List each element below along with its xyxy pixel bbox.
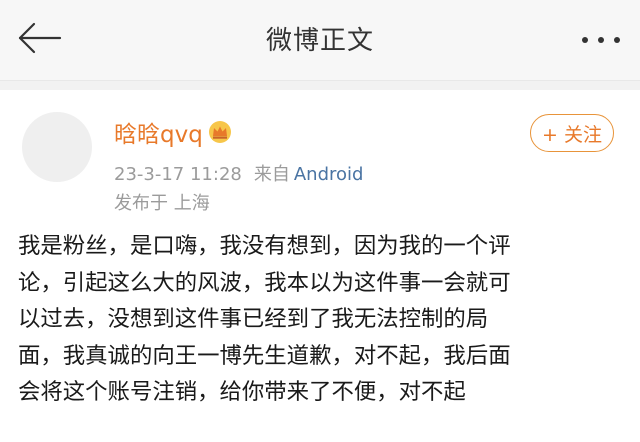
content-line: 面，我真诚的向王一博先生道歉，对不起，我后面: [18, 342, 511, 369]
follow-button[interactable]: + 关注: [530, 114, 614, 152]
more-button[interactable]: [576, 26, 626, 54]
more-dots-icon: [582, 37, 620, 43]
arrow-left-icon: [18, 22, 62, 54]
content-line: 论，引起这么大的风波，我本以为这件事一会就可: [18, 269, 511, 296]
author-row: 晗晗qvq: [114, 116, 232, 148]
weibo-post-page: 微博正文 晗晗qvq + 关注 23-3-17 11:28 来自 Android 发…: [0, 0, 640, 442]
source-client-link[interactable]: Android: [294, 164, 364, 185]
post-card: 晗晗qvq + 关注 23-3-17 11:28 来自 Android 发布于 上海…: [0, 90, 640, 442]
content-line: 我是粉丝，是口嗨，我没有想到，因为我的一个评: [18, 233, 511, 259]
content-line: 会将这个账号注销，给你带来了不便，对不起: [18, 379, 466, 405]
back-button[interactable]: [14, 18, 64, 58]
nav-bar: 微博正文: [0, 0, 640, 81]
crown-icon: [208, 121, 231, 143]
source-label: 来自: [253, 164, 290, 185]
page-title: 微博正文: [265, 26, 374, 56]
post-meta: 23-3-17 11:28 来自 Android: [114, 160, 363, 186]
post-content: 我是粉丝，是口嗨，我没有想到，因为我的一个评 论，引起这么大的风波，我本以为这件…: [18, 228, 622, 411]
post-location: 发布于 上海: [114, 193, 210, 214]
content-line: 以过去，没想到这件事已经到了我无法控制的局: [18, 306, 489, 332]
avatar[interactable]: [22, 112, 92, 182]
post-timestamp: 23-3-17 11:28: [114, 164, 242, 185]
author-name[interactable]: 晗晗qvq: [114, 115, 203, 149]
